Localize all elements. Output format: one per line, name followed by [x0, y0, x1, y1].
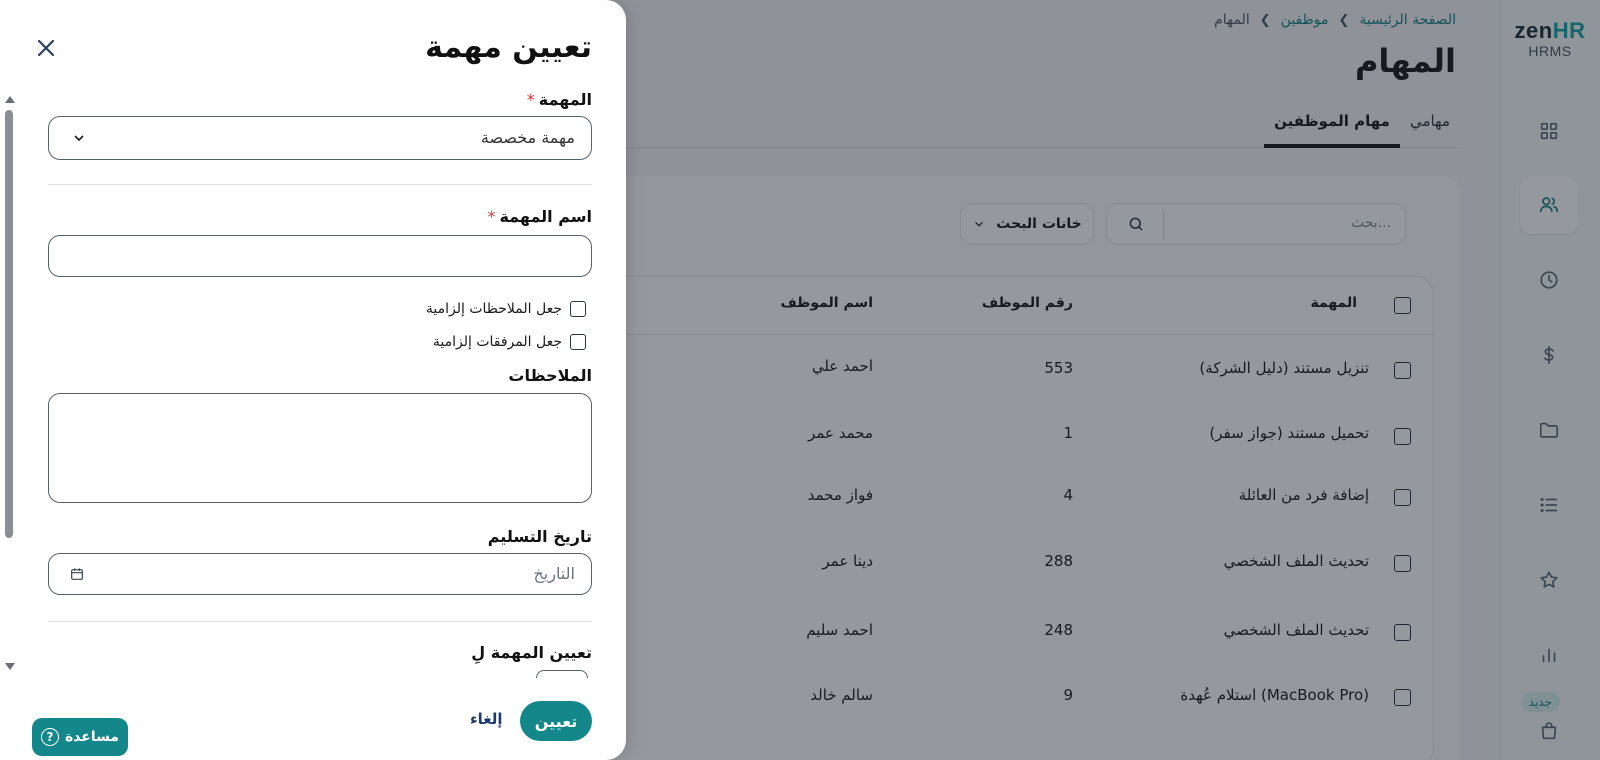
attachments-required-checkbox[interactable]: جعل المرفقات إلزامية — [433, 334, 586, 350]
task-select-value: مهمة مخصصة — [480, 128, 575, 147]
checkbox[interactable] — [570, 301, 586, 317]
notes-required-label: جعل الملاحظات إلزامية — [425, 301, 562, 317]
drawer-scrollbar[interactable] — [2, 96, 16, 670]
scroll-up-icon[interactable] — [5, 96, 15, 103]
task-label: المهمة* — [526, 90, 592, 109]
notes-label: الملاحظات — [508, 366, 592, 385]
divider — [48, 621, 592, 622]
due-date-label: تاريخ التسليم — [487, 527, 592, 546]
due-date-input[interactable]: التاريخ — [48, 553, 592, 595]
due-date-placeholder: التاريخ — [533, 564, 575, 583]
scroll-down-icon[interactable] — [5, 663, 15, 670]
required-mark: * — [526, 90, 535, 109]
close-icon[interactable] — [34, 36, 58, 60]
divider — [48, 184, 592, 185]
task-name-input[interactable] — [48, 235, 592, 277]
task-name-label: اسم المهمة* — [487, 207, 592, 226]
checkbox[interactable] — [570, 334, 586, 350]
required-mark: * — [487, 207, 496, 226]
help-button[interactable]: مساعدة ? — [32, 718, 128, 756]
scroll-thumb[interactable] — [5, 110, 13, 538]
notes-required-checkbox[interactable]: جعل الملاحظات إلزامية — [426, 301, 586, 317]
help-icon: ? — [40, 728, 59, 746]
calendar-icon[interactable] — [69, 566, 85, 582]
task-select[interactable]: مهمة مخصصة — [48, 116, 592, 160]
notes-textarea[interactable] — [48, 393, 592, 503]
assign-to-select[interactable] — [536, 670, 588, 678]
chevron-down-icon — [71, 130, 87, 146]
drawer-title: تعيين مهمة — [425, 30, 592, 65]
assign-to-label: تعيين المهمة لِ — [471, 643, 592, 662]
assign-task-drawer: تعيين مهمة المهمة* مهمة مخصصة اسم المهمة… — [0, 0, 626, 760]
attachments-required-label: جعل المرفقات إلزامية — [432, 334, 562, 350]
cancel-button[interactable]: إلغاء — [470, 710, 503, 728]
help-label: مساعدة — [64, 729, 120, 745]
assign-button[interactable]: تعيين — [520, 701, 592, 741]
